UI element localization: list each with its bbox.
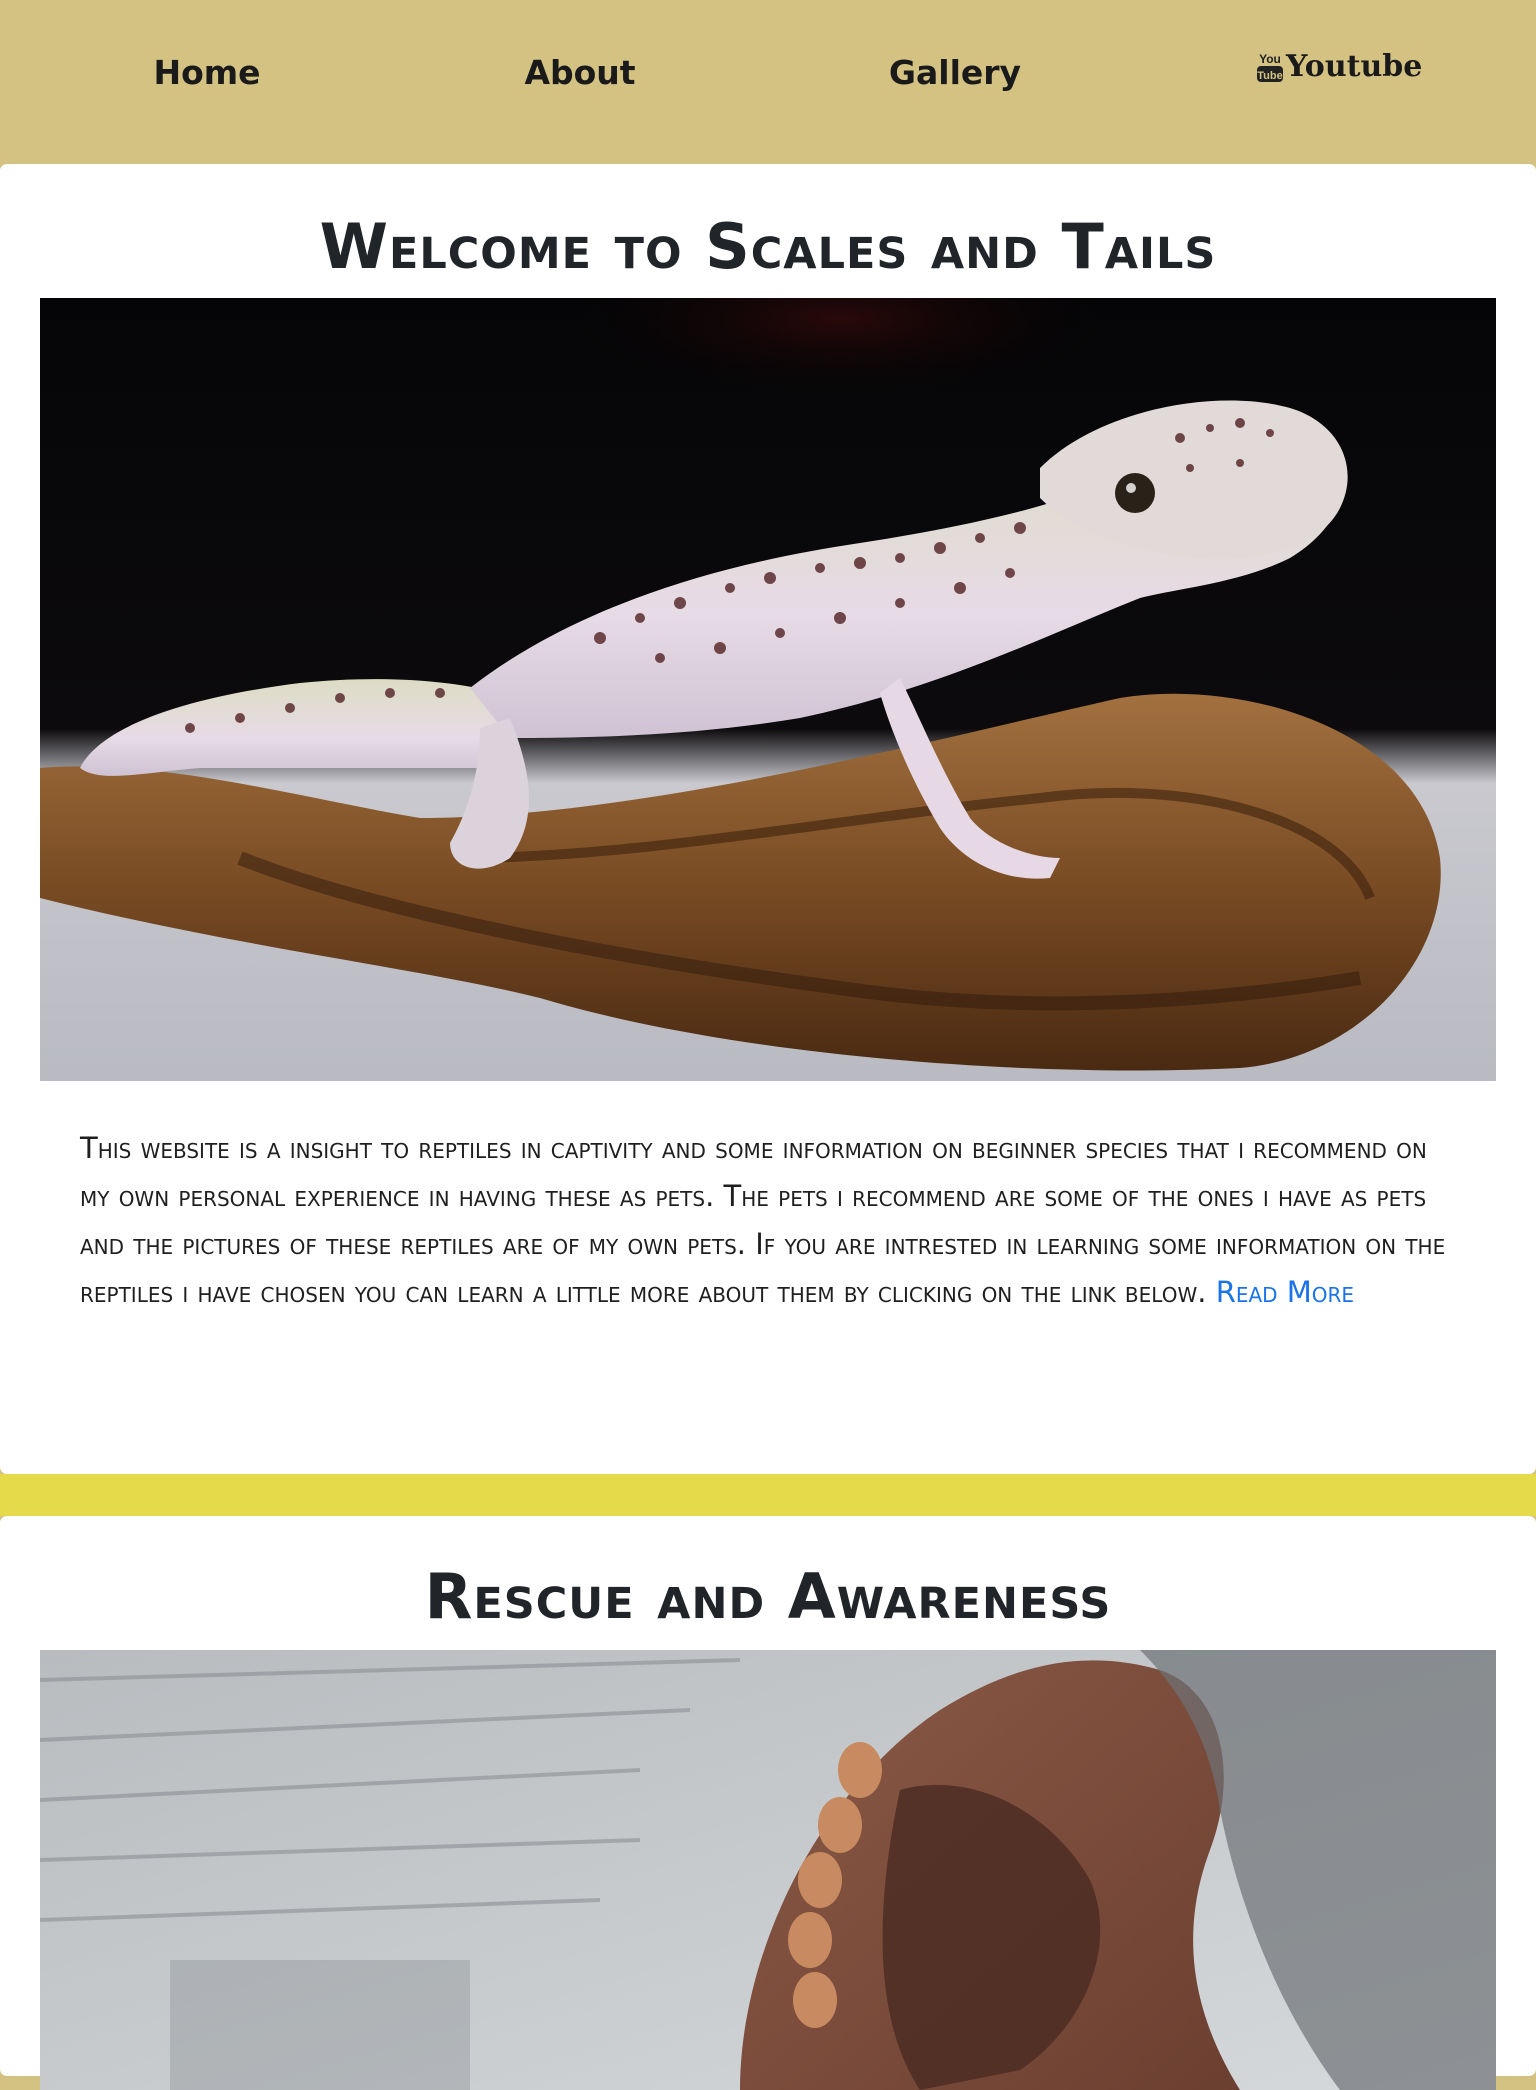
intro-paragraph: This website is a insight to reptiles in… xyxy=(80,1124,1460,1316)
top-nav: Home About Gallery You Tube Youtube xyxy=(0,0,1536,164)
nav-home-link[interactable]: Home xyxy=(147,50,267,96)
section-divider xyxy=(0,1474,1536,1516)
nav-youtube-link[interactable]: You Tube Youtube xyxy=(1256,44,1422,90)
welcome-title: Welcome to Scales and Tails xyxy=(319,210,1217,283)
youtube-label: Youtube xyxy=(1286,49,1423,84)
nav-about-link[interactable]: About xyxy=(520,50,640,96)
rescue-reptile-photo xyxy=(40,1650,1496,2090)
leopard-gecko-photo xyxy=(40,298,1496,1081)
svg-text:Tube: Tube xyxy=(1257,70,1282,82)
rescue-section: Rescue and Awareness xyxy=(0,1516,1536,2090)
youtube-icon: You Tube xyxy=(1256,50,1284,84)
read-more-link[interactable]: Read More xyxy=(1216,1275,1354,1309)
rescue-title: Rescue and Awareness xyxy=(424,1560,1112,1633)
nav-gallery-link[interactable]: Gallery xyxy=(880,50,1030,96)
welcome-section: Welcome to Scales and Tails This website… xyxy=(0,164,1536,1474)
svg-text:You: You xyxy=(1259,52,1281,66)
